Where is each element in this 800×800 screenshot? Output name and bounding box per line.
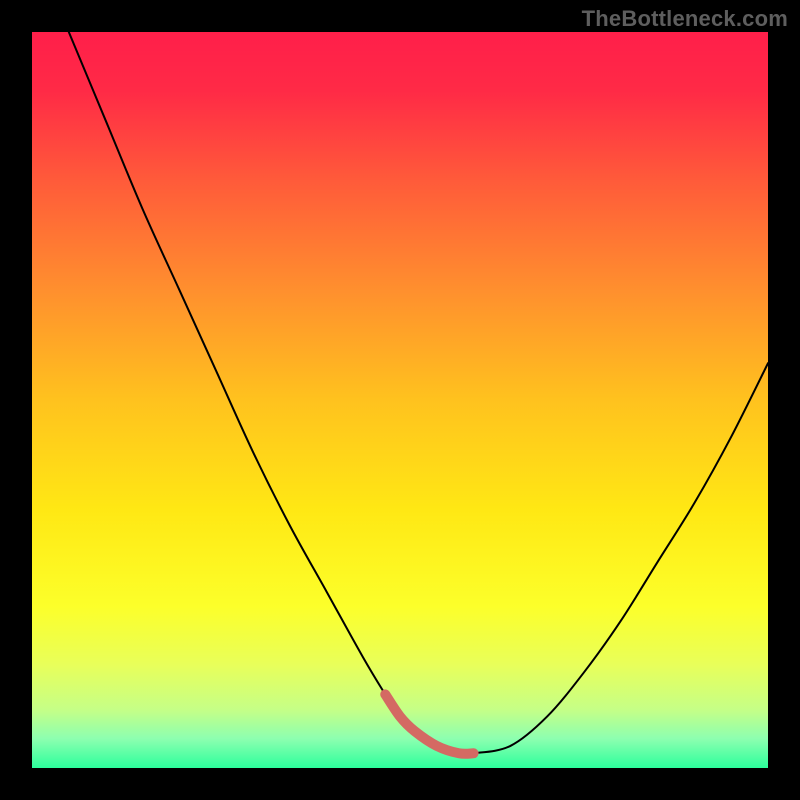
chart-frame: TheBottleneck.com	[0, 0, 800, 800]
watermark-text: TheBottleneck.com	[582, 6, 788, 32]
bottleneck-chart	[32, 32, 768, 768]
plot-area	[32, 32, 768, 768]
gradient-background	[32, 32, 768, 768]
